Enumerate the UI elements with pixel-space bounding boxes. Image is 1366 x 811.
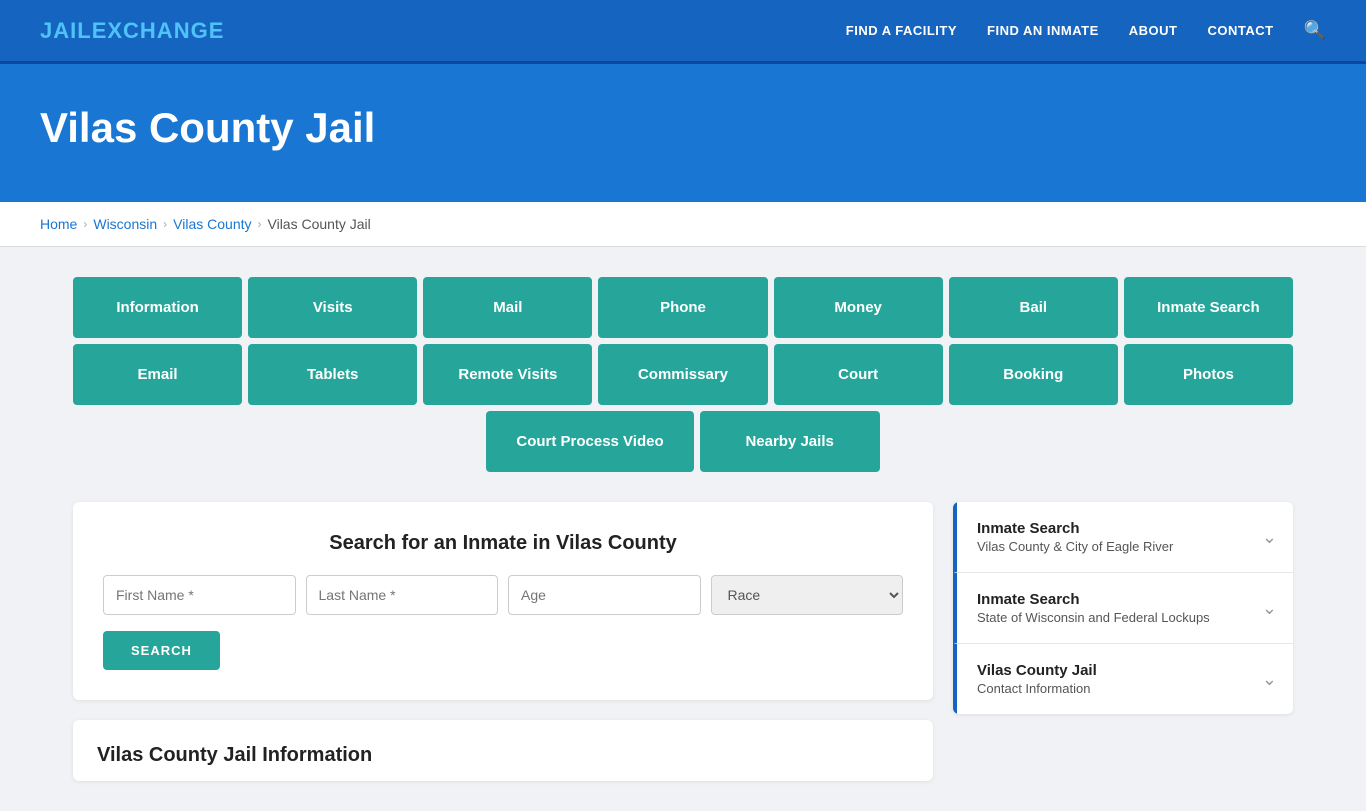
btn-photos[interactable]: Photos xyxy=(1124,344,1293,405)
btn-inmate-search[interactable]: Inmate Search xyxy=(1124,277,1293,338)
btn-information[interactable]: Information xyxy=(73,277,242,338)
breadcrumb-sep-2: › xyxy=(163,217,167,231)
nav-find-facility[interactable]: FIND A FACILITY xyxy=(846,23,957,38)
page-title: Vilas County Jail xyxy=(40,104,1326,152)
chevron-down-icon-1: ⌄ xyxy=(1262,527,1277,548)
search-inputs: Race White Black Hispanic Asian Other xyxy=(103,575,903,615)
btn-remote-visits[interactable]: Remote Visits xyxy=(423,344,592,405)
button-row-1: Information Visits Mail Phone Money Bail… xyxy=(73,277,1293,338)
sidebar: Inmate Search Vilas County & City of Eag… xyxy=(953,502,1293,714)
logo-exchange: EXCHANGE xyxy=(92,18,225,43)
breadcrumb: Home › Wisconsin › Vilas County › Vilas … xyxy=(0,202,1366,247)
breadcrumb-current: Vilas County Jail xyxy=(268,216,371,232)
age-input[interactable] xyxy=(508,575,701,615)
sidebar-item-inmate-search-wisconsin[interactable]: Inmate Search State of Wisconsin and Fed… xyxy=(953,573,1293,644)
sidebar-card: Inmate Search Vilas County & City of Eag… xyxy=(953,502,1293,714)
chevron-down-icon-3: ⌄ xyxy=(1262,669,1277,690)
sidebar-item-2-sub: State of Wisconsin and Federal Lockups xyxy=(977,610,1210,625)
inmate-search-form: Search for an Inmate in Vilas County Rac… xyxy=(73,502,933,700)
btn-phone[interactable]: Phone xyxy=(598,277,767,338)
button-row-3: Court Process Video Nearby Jails xyxy=(73,411,1293,472)
nav-contact[interactable]: CONTACT xyxy=(1207,23,1273,38)
last-name-input[interactable] xyxy=(306,575,499,615)
btn-money[interactable]: Money xyxy=(774,277,943,338)
search-button[interactable]: SEARCH xyxy=(103,631,220,670)
btn-mail[interactable]: Mail xyxy=(423,277,592,338)
sidebar-item-1-title: Inmate Search xyxy=(977,520,1173,537)
hero-section: Vilas County Jail xyxy=(0,64,1366,202)
nav-find-inmate[interactable]: FIND AN INMATE xyxy=(987,23,1099,38)
nav-about[interactable]: ABOUT xyxy=(1129,23,1178,38)
logo-jail: JAIL xyxy=(40,18,92,43)
breadcrumb-wisconsin[interactable]: Wisconsin xyxy=(93,216,157,232)
btn-court[interactable]: Court xyxy=(774,344,943,405)
breadcrumb-sep-1: › xyxy=(83,217,87,231)
sidebar-item-2-title: Inmate Search xyxy=(977,591,1210,608)
btn-commissary[interactable]: Commissary xyxy=(598,344,767,405)
btn-booking[interactable]: Booking xyxy=(949,344,1118,405)
info-title: Vilas County Jail Information xyxy=(97,744,909,767)
nav-links: FIND A FACILITY FIND AN INMATE ABOUT CON… xyxy=(846,20,1326,41)
sidebar-item-inmate-search-vilas[interactable]: Inmate Search Vilas County & City of Eag… xyxy=(953,502,1293,573)
button-row-2: Email Tablets Remote Visits Commissary C… xyxy=(73,344,1293,405)
sidebar-item-1-sub: Vilas County & City of Eagle River xyxy=(977,539,1173,554)
search-title: Search for an Inmate in Vilas County xyxy=(103,532,903,555)
sidebar-item-3-sub: Contact Information xyxy=(977,681,1097,696)
btn-bail[interactable]: Bail xyxy=(949,277,1118,338)
chevron-down-icon-2: ⌄ xyxy=(1262,598,1277,619)
breadcrumb-home[interactable]: Home xyxy=(40,216,77,232)
btn-nearby-jails[interactable]: Nearby Jails xyxy=(700,411,880,472)
breadcrumb-vilas-county[interactable]: Vilas County xyxy=(173,216,251,232)
btn-visits[interactable]: Visits xyxy=(248,277,417,338)
navbar: JAILEXCHANGE FIND A FACILITY FIND AN INM… xyxy=(0,0,1366,64)
breadcrumb-sep-3: › xyxy=(258,217,262,231)
btn-tablets[interactable]: Tablets xyxy=(248,344,417,405)
sidebar-item-contact-info[interactable]: Vilas County Jail Contact Information ⌄ xyxy=(953,644,1293,714)
race-select[interactable]: Race White Black Hispanic Asian Other xyxy=(711,575,904,615)
logo[interactable]: JAILEXCHANGE xyxy=(40,18,224,44)
main-content: Information Visits Mail Phone Money Bail… xyxy=(33,247,1333,811)
first-name-input[interactable] xyxy=(103,575,296,615)
btn-email[interactable]: Email xyxy=(73,344,242,405)
btn-court-process-video[interactable]: Court Process Video xyxy=(486,411,693,472)
sidebar-item-3-title: Vilas County Jail xyxy=(977,662,1097,679)
jail-info-section: Vilas County Jail Information xyxy=(73,720,933,781)
search-icon[interactable]: 🔍 xyxy=(1304,20,1326,41)
lower-section: Search for an Inmate in Vilas County Rac… xyxy=(73,502,1293,781)
